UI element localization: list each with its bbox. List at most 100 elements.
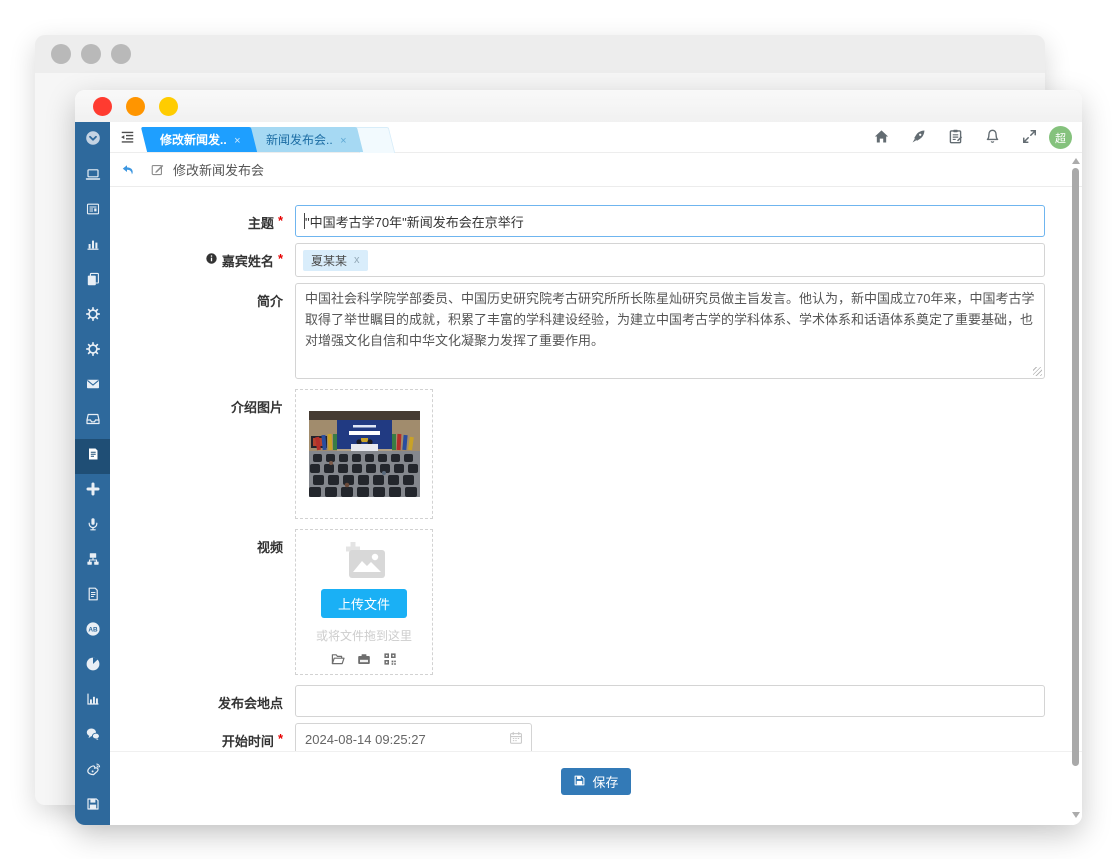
home-icon[interactable]: [873, 128, 890, 145]
gear-icon: [85, 306, 101, 327]
back-arrow-icon[interactable]: [120, 162, 136, 178]
save-button[interactable]: 保存: [561, 768, 630, 795]
svg-text:AB: AB: [88, 626, 98, 633]
upload-source-icons: [330, 651, 398, 667]
sidebar-item-wechat[interactable]: [75, 719, 110, 754]
tab-label: 新闻发布会..: [266, 131, 333, 148]
close-tab-icon[interactable]: ×: [234, 135, 240, 147]
sidebar-item-envelope[interactable]: [75, 369, 110, 404]
location-label: 发布会地点: [110, 685, 295, 717]
header-icons: [873, 128, 1038, 145]
subject-label: 主题 *: [110, 205, 295, 237]
close-tab-icon[interactable]: ×: [340, 135, 346, 147]
envelope-icon: [85, 376, 101, 397]
page-title: 修改新闻发布会: [173, 160, 264, 179]
folder-icon[interactable]: [330, 651, 346, 667]
subject-input[interactable]: [295, 205, 1045, 237]
video-upload-dropzone[interactable]: 上传文件 或将文件拖到这里: [295, 529, 433, 675]
minimize-window-button[interactable]: [126, 97, 145, 116]
start-time-row: 开始时间 *: [110, 723, 1082, 751]
video-row: 视频 上传文件 或将文件拖到这里: [110, 529, 1082, 675]
image-row: 介绍图片: [110, 389, 1082, 519]
expand-icon[interactable]: [1021, 128, 1038, 145]
scrollbar-thumb[interactable]: [1072, 168, 1079, 766]
drag-hint-text: 或将文件拖到这里: [316, 627, 412, 644]
sidebar-logo[interactable]: [75, 122, 110, 159]
inbox-icon: [85, 411, 101, 432]
resize-handle[interactable]: [1033, 367, 1042, 376]
app-window: AB 修改新闻发..×新闻发布会..× 超 修改新闻发布会 主: [75, 90, 1082, 825]
bell-icon[interactable]: [984, 128, 1001, 145]
close-window-button[interactable]: [93, 97, 112, 116]
remove-tag-icon[interactable]: x: [354, 254, 360, 266]
open-tabs: 修改新闻发.. × 新闻发布会.. ×: [144, 127, 392, 152]
floppy-icon: [573, 774, 586, 790]
sidebar-item-histogram[interactable]: [75, 684, 110, 719]
tab-label: 修改新闻发..: [160, 131, 227, 148]
intro-textarea[interactable]: 中国社会科学院学部委员、中国历史研究院考古研究所所长陈星灿研究员做主旨发言。他认…: [295, 283, 1045, 379]
calendar-icon[interactable]: [509, 731, 523, 745]
form-footer: 保存: [110, 751, 1082, 825]
sidebar-item-file-text[interactable]: [75, 579, 110, 614]
sidebar-item-inbox[interactable]: [75, 404, 110, 439]
histogram-icon: [85, 691, 101, 712]
clipboard-icon[interactable]: [947, 128, 964, 145]
start-time-input[interactable]: [295, 723, 532, 751]
window-dot: [111, 44, 131, 64]
text-cursor: [304, 213, 305, 229]
upload-file-button[interactable]: 上传文件: [321, 589, 407, 618]
newspaper-icon: [85, 201, 101, 222]
qrcode-icon[interactable]: [382, 651, 398, 667]
background-window-titlebar: [35, 35, 1045, 73]
desktop-background: AB 修改新闻发..×新闻发布会..× 超 修改新闻发布会 主: [0, 0, 1115, 859]
sidebar-item-pie-chart[interactable]: [75, 649, 110, 684]
sidebar-item-newspaper[interactable]: [75, 194, 110, 229]
window-dot: [81, 44, 101, 64]
video-label: 视频: [110, 529, 295, 675]
guest-tag[interactable]: 夏某某 x: [303, 250, 368, 271]
microphone-icon: [85, 516, 101, 537]
rocket-icon[interactable]: [910, 128, 927, 145]
sidebar-item-gear[interactable]: [75, 299, 110, 334]
scroll-up-arrow[interactable]: [1072, 158, 1080, 164]
info-circle-icon: [205, 252, 218, 265]
avatar[interactable]: 超: [1049, 126, 1072, 149]
plus-icon: [85, 481, 101, 502]
bar-chart-icon: [85, 236, 101, 257]
collapse-menu-icon[interactable]: [119, 129, 136, 146]
sidebar-item-copy[interactable]: [75, 264, 110, 299]
sidebar-item-plus[interactable]: [75, 474, 110, 509]
sidebar-item-floppy[interactable]: [75, 789, 110, 824]
sidebar-item-document[interactable]: [75, 439, 110, 474]
sidebar-item-bar-chart[interactable]: [75, 229, 110, 264]
window-dot: [51, 44, 71, 64]
document-icon: [85, 446, 101, 467]
intro-image-preview[interactable]: [295, 389, 433, 519]
start-time-label: 开始时间 *: [110, 723, 295, 751]
sidebar-item-gear[interactable]: [75, 334, 110, 369]
vertical-scrollbar[interactable]: [1070, 156, 1081, 820]
tab-新闻发布会[interactable]: 新闻发布会.. ×: [247, 127, 363, 152]
form-area: 主题 * 嘉宾姓名 *: [110, 187, 1082, 751]
gear-icon: [85, 341, 101, 362]
guest-name-input[interactable]: 夏某某 x: [295, 243, 1045, 277]
floppy-icon: [85, 796, 101, 817]
tab-修改新闻发[interactable]: 修改新闻发.. ×: [141, 127, 257, 152]
window-titlebar[interactable]: [75, 90, 1082, 122]
sidebar-item-laptop[interactable]: [75, 159, 110, 194]
network-icon: [85, 551, 101, 572]
sidebar-item-ab-circle[interactable]: AB: [75, 614, 110, 649]
sidebar: AB: [75, 122, 110, 825]
intro-label: 简介: [110, 283, 295, 379]
location-input[interactable]: [295, 685, 1045, 717]
sidebar-item-microphone[interactable]: [75, 509, 110, 544]
sidebar-item-network[interactable]: [75, 544, 110, 579]
camera-icon[interactable]: [356, 651, 372, 667]
sidebar-item-weibo[interactable]: [75, 754, 110, 789]
edit-icon: [150, 162, 165, 177]
weibo-icon: [85, 761, 101, 782]
zoom-window-button[interactable]: [159, 97, 178, 116]
scroll-down-arrow[interactable]: [1072, 812, 1080, 818]
conference-photo: [309, 411, 420, 497]
intro-row: 简介 中国社会科学院学部委员、中国历史研究院考古研究所所长陈星灿研究员做主旨发言…: [110, 283, 1082, 379]
